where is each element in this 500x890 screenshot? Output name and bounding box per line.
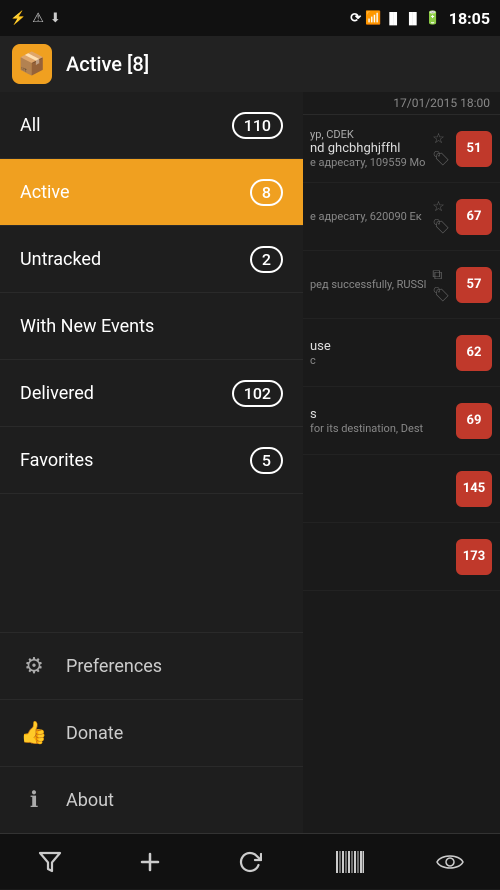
package-badge: 51 xyxy=(456,131,492,167)
star-icon: ☆ xyxy=(432,199,450,215)
package-name: s xyxy=(310,407,450,422)
barcode-icon xyxy=(336,851,364,873)
package-info: ур, CDEK nd ghcbhghjffhl е адресату, 109… xyxy=(310,128,428,169)
package-badge: 69 xyxy=(456,403,492,439)
sidebar-item-delivered-badge: 102 xyxy=(232,380,283,407)
add-button[interactable] xyxy=(122,834,178,890)
sidebar-item-preferences-label: Preferences xyxy=(66,656,162,677)
warning-icon: ⚠ xyxy=(32,11,44,26)
sidebar-item-about[interactable]: ℹ About xyxy=(0,766,303,833)
filter-icon xyxy=(38,850,62,874)
sidebar-item-new-events[interactable]: With New Events xyxy=(0,293,303,360)
filter-button[interactable] xyxy=(22,834,78,890)
app-header: 📦 Active [8] xyxy=(0,36,500,92)
status-icons-right: ⟳ 📶 ▐▌ ▐▌ 🔋 18:05 xyxy=(350,9,490,28)
tag-icon: 🏷 xyxy=(432,151,450,167)
sidebar-item-favorites[interactable]: Favorites 5 xyxy=(0,427,303,494)
wifi-icon: 📶 xyxy=(365,11,381,26)
sidebar-item-all[interactable]: All 110 xyxy=(0,92,303,159)
sidebar-item-donate[interactable]: 👍 Donate xyxy=(0,699,303,766)
package-name: use xyxy=(310,339,450,354)
status-bar: ⚡ ⚠ ⬇ ⟳ 📶 ▐▌ ▐▌ 🔋 18:05 xyxy=(0,0,500,36)
main-container: 17/01/2015 18:00 ур, CDEK nd ghcbhghjffh… xyxy=(0,92,500,833)
package-info: е адресату, 620090 Ек xyxy=(310,210,428,223)
package-badge: 145 xyxy=(456,471,492,507)
bottom-nav xyxy=(0,833,500,889)
package-info: s for its destination, Dest xyxy=(310,407,450,435)
star-icon: ☆ xyxy=(432,131,450,147)
package-badge: 57 xyxy=(456,267,492,303)
gear-icon: ⚙ xyxy=(20,654,48,679)
eye-icon xyxy=(436,852,464,872)
sidebar-item-untracked-badge: 2 xyxy=(250,246,283,273)
sidebar-item-all-badge: 110 xyxy=(232,112,283,139)
info-icon: ℹ xyxy=(20,788,48,813)
sidebar-spacer xyxy=(0,494,303,632)
sidebar-item-untracked[interactable]: Untracked 2 xyxy=(0,226,303,293)
app-icon-symbol: 📦 xyxy=(18,52,45,77)
package-badge: 62 xyxy=(456,335,492,371)
package-action-icons: ☆ 🏷 xyxy=(432,199,450,235)
package-status: ред successfully, RUSSI xyxy=(310,278,428,291)
battery-icon: 🔋 xyxy=(425,11,441,26)
sidebar-item-favorites-label: Favorites xyxy=(20,450,93,471)
package-status: е адресату, 109559 Mo xyxy=(310,156,428,169)
sidebar-item-preferences[interactable]: ⚙ Preferences xyxy=(0,632,303,699)
sidebar-item-new-events-label: With New Events xyxy=(20,316,154,337)
sidebar-item-donate-label: Donate xyxy=(66,723,123,744)
package-id: ур, CDEK xyxy=(310,128,428,141)
usb-icon: ⚡ xyxy=(10,11,26,26)
sidebar-drawer: All 110 Active 8 Untracked 2 With New Ev… xyxy=(0,92,303,833)
app-icon: 📦 xyxy=(12,44,52,84)
package-info: ред successfully, RUSSI xyxy=(310,278,428,291)
sidebar-item-delivered[interactable]: Delivered 102 xyxy=(0,360,303,427)
plus-icon xyxy=(138,850,162,874)
package-info: use с xyxy=(310,339,450,367)
signal1-icon: ▐▌ xyxy=(385,12,401,25)
package-status: е адресату, 620090 Ек xyxy=(310,210,428,223)
status-icons-left: ⚡ ⚠ ⬇ xyxy=(10,11,61,26)
sidebar-item-active[interactable]: Active 8 xyxy=(0,159,303,226)
package-badge: 173 xyxy=(456,539,492,575)
sidebar-item-untracked-label: Untracked xyxy=(20,249,101,270)
eye-button[interactable] xyxy=(422,834,478,890)
copy-icon: ⧉ xyxy=(432,267,450,283)
signal2-icon: ▐▌ xyxy=(405,12,421,25)
package-badge: 67 xyxy=(456,199,492,235)
sidebar-item-all-label: All xyxy=(20,115,41,136)
download-icon: ⬇ xyxy=(50,11,61,26)
package-action-icons: ☆ 🏷 xyxy=(432,131,450,167)
thumbsup-icon: 👍 xyxy=(20,721,48,746)
package-status: for its destination, Dest xyxy=(310,422,450,435)
package-action-icons: ⧉ 🏷 xyxy=(432,267,450,303)
refresh-button[interactable] xyxy=(222,834,278,890)
package-name: nd ghcbhghjffhl xyxy=(310,141,428,156)
sidebar-item-favorites-badge: 5 xyxy=(250,447,283,474)
time-display: 18:05 xyxy=(449,9,490,28)
refresh-icon xyxy=(238,850,262,874)
sidebar-item-active-label: Active xyxy=(20,182,70,203)
rotate-icon: ⟳ xyxy=(350,11,361,26)
tag-icon: 🏷 xyxy=(432,219,450,235)
package-status: с xyxy=(310,354,450,367)
sidebar-item-active-badge: 8 xyxy=(250,179,283,206)
tag-icon: 🏷 xyxy=(432,287,450,303)
barcode-button[interactable] xyxy=(322,834,378,890)
sidebar-item-delivered-label: Delivered xyxy=(20,383,94,404)
header-title: Active [8] xyxy=(66,52,149,76)
sidebar-item-about-label: About xyxy=(66,790,114,811)
